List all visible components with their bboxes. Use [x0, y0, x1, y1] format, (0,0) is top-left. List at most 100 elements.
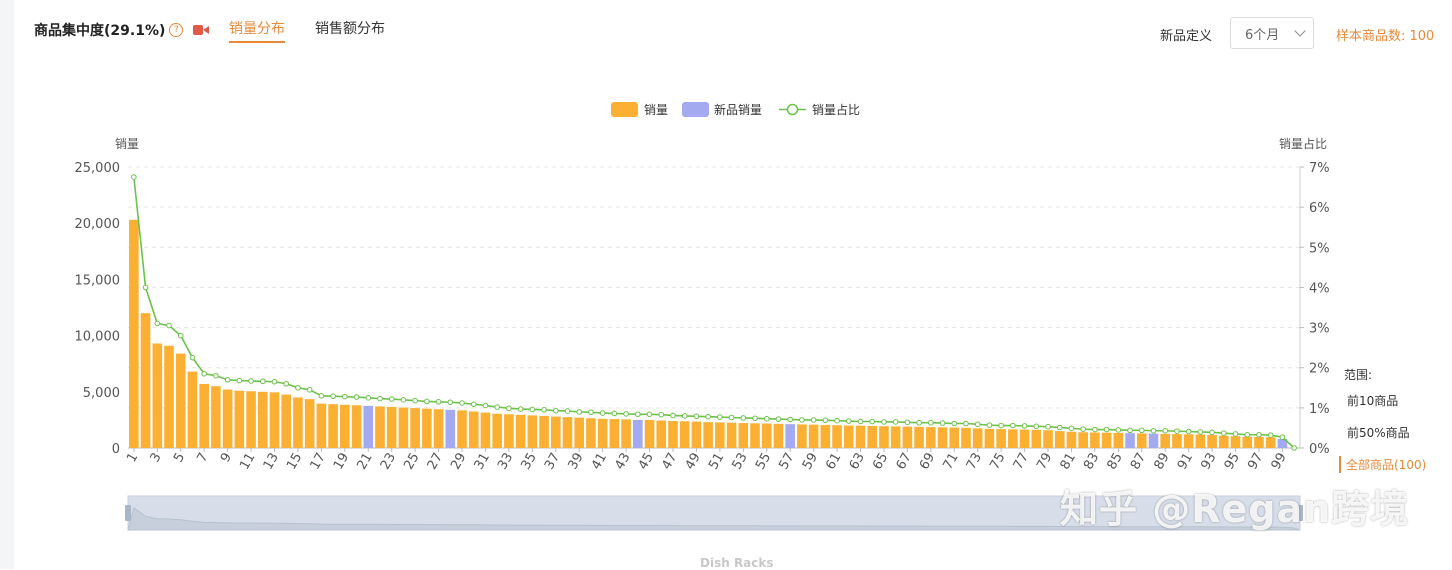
- zoom-handle-left: [125, 505, 131, 521]
- ratio-point: [892, 419, 899, 425]
- sales-bar: [820, 424, 831, 448]
- ratio-point: [306, 386, 313, 393]
- range-top10[interactable]: 前10商品: [1347, 392, 1398, 409]
- range-title: 范围:: [1344, 368, 1373, 382]
- chart-grid: [128, 166, 1301, 449]
- x-tick-label: 99: [1269, 451, 1290, 473]
- ratio-point: [529, 406, 536, 413]
- x-tick-label: 95: [1222, 451, 1243, 473]
- sales-bar: [972, 428, 983, 448]
- sales-bar: [304, 399, 315, 448]
- x-axis-ticks: 1 3 5 7 9 11 13 15 17 19 21 23 25 27 29 31 33 35 37 39 41 43 4…: [124, 448, 1290, 472]
- ratio-point: [998, 422, 1004, 429]
- ratio-point: [435, 399, 442, 405]
- sales-bar: [1031, 429, 1042, 448]
- ratio-point: [342, 393, 348, 400]
- x-tick-label: 89: [1151, 451, 1172, 473]
- ratio-point: [1221, 430, 1227, 436]
- sales-bar: [867, 425, 878, 448]
- y-tick-label: 10,000: [75, 330, 121, 345]
- sales-bar: [468, 411, 479, 448]
- sales-bar: [187, 371, 198, 448]
- sales-bar: [152, 343, 163, 448]
- sales-bar: [422, 408, 432, 448]
- sales-bar: [1019, 429, 1030, 448]
- sales-bar: [562, 417, 573, 448]
- sales-bar: [879, 426, 889, 448]
- range-all[interactable]: 全部商品(100): [1339, 456, 1426, 473]
- sales-bar: [492, 413, 502, 448]
- ratio-point: [177, 332, 184, 339]
- ratio-point: [224, 376, 231, 383]
- ratio-point: [1291, 445, 1297, 451]
- ratio-point: [787, 416, 793, 423]
- sales-bar: [1160, 433, 1171, 448]
- x-tick-label: 1: [124, 451, 141, 466]
- sales-bar: [515, 414, 526, 448]
- range-top50pct[interactable]: 前50%商品: [1347, 424, 1410, 441]
- sales-bar: [855, 425, 866, 448]
- x-tick-label: 65: [870, 451, 891, 473]
- ratio-point: [470, 401, 477, 408]
- y-tick-label: 20,000: [75, 217, 121, 232]
- ratio-point: [1021, 423, 1028, 429]
- x-tick-label: 91: [1175, 451, 1196, 473]
- sales-bar: [246, 391, 256, 448]
- sales-bar: [316, 403, 327, 448]
- y-tick-label: 25,000: [75, 161, 121, 176]
- x-tick-label: 13: [261, 451, 282, 473]
- y2-axis-title: 销量占比: [1279, 136, 1327, 151]
- sales-bar: [164, 345, 174, 448]
- ratio-point: [576, 409, 583, 415]
- sales-bar: [1101, 432, 1112, 448]
- ratio-point: [1209, 429, 1215, 436]
- ratio-point: [717, 414, 723, 420]
- new-product-bar: [785, 424, 795, 448]
- ratio-point: [845, 418, 852, 424]
- x-tick-label: 81: [1058, 451, 1079, 473]
- ratio-point: [131, 174, 137, 180]
- x-tick-label: 37: [542, 451, 563, 473]
- sales-bar: [257, 391, 268, 448]
- x-tick-label: 63: [847, 451, 868, 473]
- sales-bar: [1054, 431, 1065, 448]
- sales-bar: [621, 419, 631, 448]
- ratio-point: [1174, 428, 1180, 434]
- x-tick-label: 85: [1105, 451, 1126, 473]
- ratio-point: [1056, 424, 1063, 431]
- x-tick-label: 53: [730, 451, 751, 473]
- sales-bar: [1242, 436, 1253, 448]
- ratio-point: [740, 415, 747, 421]
- chart-legend[interactable]: 销量 新品销量 销量占比: [611, 102, 860, 117]
- sales-bar: [1136, 433, 1147, 448]
- y2-axis-ticks: 0% 1% 2% 3% 4% 5% 6% 7%: [1300, 161, 1330, 457]
- sales-bar: [351, 405, 362, 448]
- category-name: Dish Racks: [700, 556, 774, 570]
- ratio-point: [951, 420, 958, 427]
- sales-bar: [1230, 436, 1241, 448]
- x-tick-label: 41: [589, 451, 610, 473]
- ratio-point: [494, 404, 500, 410]
- ratio-point: [201, 370, 207, 377]
- x-tick-label: 47: [659, 451, 680, 473]
- x-tick-label: 17: [308, 451, 329, 473]
- sales-bar: [1265, 437, 1276, 448]
- ratio-point: [1267, 432, 1274, 438]
- ratio-point: [670, 412, 676, 419]
- y2-tick-label: 5%: [1309, 241, 1330, 256]
- ratio-point: [635, 411, 641, 418]
- new-product-bar: [445, 409, 456, 448]
- x-tick-label: 75: [987, 451, 1008, 473]
- x-tick-label: 87: [1128, 451, 1149, 473]
- sales-bar: [715, 422, 725, 448]
- ratio-point: [693, 413, 700, 420]
- y2-tick-label: 3%: [1309, 322, 1330, 337]
- ratio-point: [646, 411, 653, 418]
- ratio-point: [1103, 426, 1110, 433]
- sales-bar: [140, 313, 151, 448]
- y-tick-label: 15,000: [75, 273, 121, 288]
- x-tick-label: 67: [894, 451, 915, 473]
- sales-bar: [539, 415, 549, 448]
- new-product-bar: [1148, 433, 1159, 448]
- y-axis-title: 销量: [115, 137, 139, 151]
